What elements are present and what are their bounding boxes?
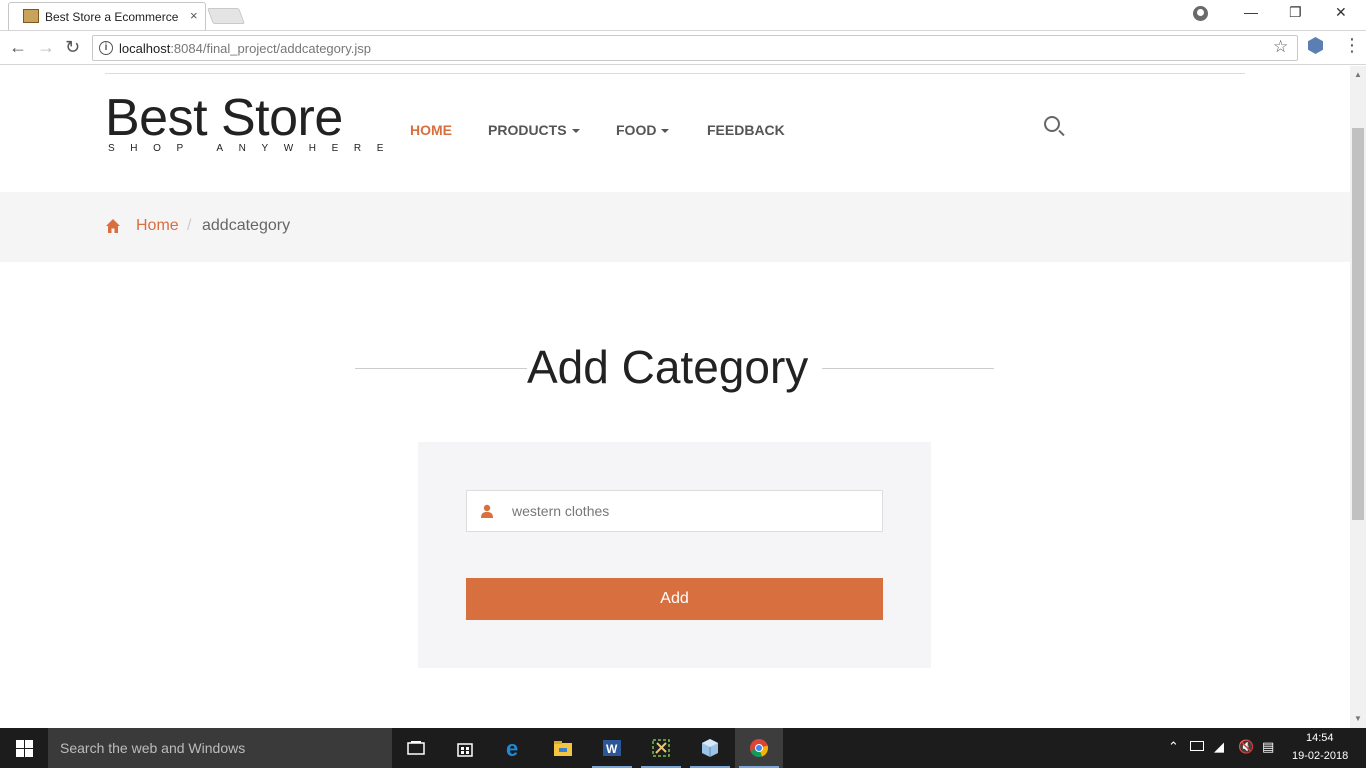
site-info-icon[interactable]: i — [99, 41, 113, 55]
url-host: localhost — [119, 41, 171, 56]
svg-text:W: W — [606, 742, 618, 756]
close-window-button[interactable]: ✕ — [1335, 4, 1347, 21]
nav-products-label: PRODUCTS — [488, 122, 567, 138]
bookmark-star-icon[interactable]: ☆ — [1273, 37, 1288, 57]
store-icon — [457, 743, 473, 757]
browser-tabstrip: Best Store a Ecommerce × — ❐ ✕ — [0, 0, 1366, 30]
task-view-button[interactable] — [392, 728, 440, 768]
logo-tagline: SHOP ANYWHERE — [108, 143, 399, 154]
nav-feedback[interactable]: FEEDBACK — [707, 122, 785, 138]
tab-title: Best Store a Ecommerce — [45, 10, 179, 24]
notifications-icon[interactable]: ▤ — [1262, 739, 1274, 755]
address-bar[interactable]: i localhost:8084/final_project/addcatego… — [92, 35, 1298, 61]
account-icon[interactable] — [1193, 6, 1208, 21]
page-title: Add Category — [527, 341, 809, 393]
taskbar-search-box[interactable]: Search the web and Windows — [48, 728, 392, 768]
cube-icon — [702, 739, 718, 757]
add-category-form: Add — [418, 442, 931, 668]
header-divider — [105, 73, 1245, 74]
browser-menu-icon[interactable]: ⋮ — [1343, 35, 1361, 56]
tools-icon — [652, 739, 670, 757]
breadcrumb: Home / addcategory — [0, 192, 1350, 262]
tab-close-icon[interactable]: × — [190, 8, 198, 23]
title-rule-left — [355, 368, 527, 369]
back-button[interactable]: ← — [9, 37, 27, 58]
task-view-icon — [407, 741, 425, 755]
store-app[interactable] — [441, 728, 489, 768]
page-viewport: Best Store SHOP ANYWHERE HOME PRODUCTS F… — [0, 66, 1350, 728]
restore-button[interactable]: ❐ — [1289, 4, 1302, 21]
category-name-input[interactable] — [507, 491, 877, 531]
minimize-button[interactable]: — — [1244, 4, 1258, 20]
nav-food-label: FOOD — [616, 122, 657, 138]
network-icon[interactable]: ◢ — [1214, 739, 1224, 755]
svg-text:e: e — [506, 738, 518, 758]
breadcrumb-separator: / — [187, 217, 192, 234]
edge-app[interactable]: e — [490, 728, 538, 768]
chevron-down-icon — [661, 129, 670, 134]
netbeans-tools-app[interactable] — [637, 728, 685, 768]
reload-button[interactable]: ↻ — [65, 37, 80, 58]
clock-date[interactable]: 19-02-2018 — [1292, 750, 1348, 762]
word-app[interactable]: W — [588, 728, 636, 768]
title-rule-right — [822, 368, 994, 369]
tray-overflow-icon[interactable]: ⌃ — [1168, 739, 1179, 755]
breadcrumb-home-link[interactable]: Home — [136, 217, 179, 235]
scroll-down-arrow-icon[interactable]: ▼ — [1354, 714, 1362, 723]
home-icon — [106, 219, 120, 233]
search-icon[interactable] — [1044, 116, 1060, 132]
taskbar: Search the web and Windows e W ⌃ ◢ 🔇 ▤ 1… — [0, 728, 1366, 768]
chrome-icon — [750, 739, 768, 758]
nav-home[interactable]: HOME — [410, 122, 452, 138]
url-path: :8084/final_project/addcategory.jsp — [170, 41, 371, 56]
scroll-thumb[interactable] — [1352, 128, 1364, 520]
new-tab-button[interactable] — [207, 8, 245, 24]
folder-icon — [554, 741, 572, 756]
site-favicon-icon — [23, 9, 39, 23]
user-icon — [481, 504, 493, 518]
clock-time[interactable]: 14:54 — [1306, 732, 1334, 744]
browser-tab[interactable]: Best Store a Ecommerce × — [8, 2, 206, 30]
nav-food[interactable]: FOOD — [616, 122, 670, 138]
start-button[interactable] — [0, 728, 48, 768]
volume-muted-icon[interactable]: 🔇 — [1238, 739, 1254, 755]
forward-button[interactable]: → — [37, 37, 55, 58]
page-scrollbar[interactable]: ▲ ▼ — [1350, 66, 1366, 728]
url-text: localhost:8084/final_project/addcategory… — [119, 41, 371, 56]
word-icon: W — [603, 740, 621, 756]
nav-products[interactable]: PRODUCTS — [488, 122, 580, 138]
file-explorer-app[interactable] — [539, 728, 587, 768]
breadcrumb-current: addcategory — [202, 217, 291, 234]
chrome-app[interactable] — [735, 728, 783, 768]
windows-logo-icon — [16, 740, 24, 748]
scroll-up-arrow-icon[interactable]: ▲ — [1354, 70, 1362, 79]
edge-icon: e — [506, 738, 518, 758]
logo-title[interactable]: Best Store — [105, 90, 343, 146]
extension-icon[interactable] — [1308, 37, 1323, 54]
virtualbox-app[interactable] — [686, 728, 734, 768]
battery-icon[interactable] — [1190, 741, 1204, 751]
browser-toolbar: ← → ↻ i localhost:8084/final_project/add… — [0, 30, 1366, 65]
category-field — [466, 490, 883, 532]
chevron-down-icon — [571, 129, 580, 134]
add-button[interactable]: Add — [466, 578, 883, 620]
